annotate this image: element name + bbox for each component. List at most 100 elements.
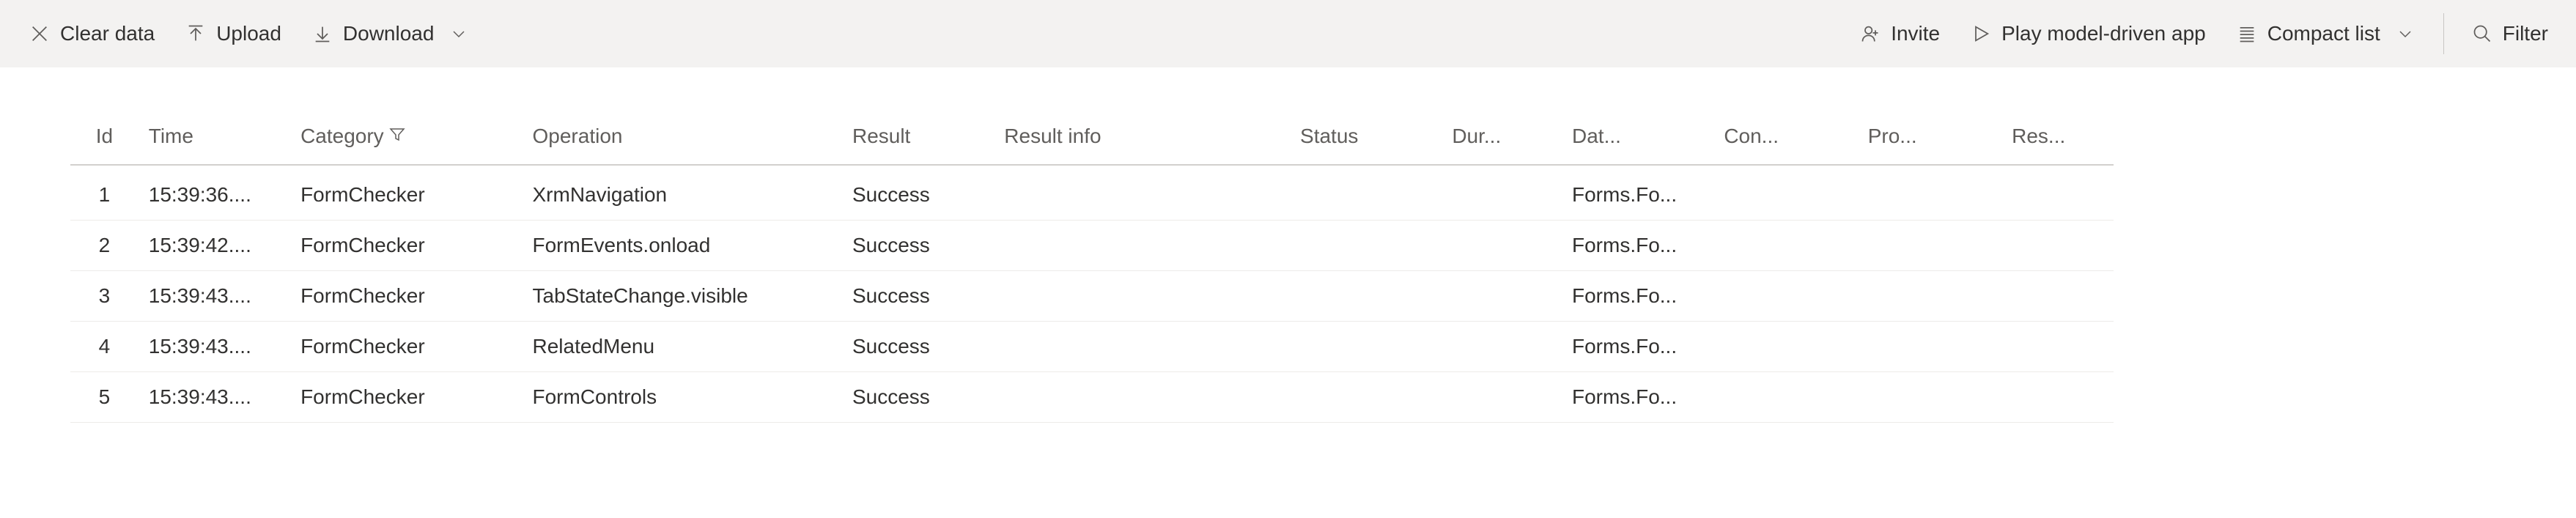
invite-button[interactable]: Invite bbox=[1848, 15, 1950, 53]
cell-category: FormChecker bbox=[290, 221, 522, 271]
column-header-duration[interactable]: Dur... bbox=[1442, 111, 1562, 165]
column-header-result-info[interactable]: Result info bbox=[994, 111, 1290, 165]
cell-time: 15:39:36.... bbox=[139, 170, 290, 221]
cell-prop bbox=[1858, 271, 2001, 322]
column-header-res[interactable]: Res... bbox=[2001, 111, 2114, 165]
cell-time: 15:39:43.... bbox=[139, 372, 290, 423]
cell-id: 2 bbox=[70, 221, 139, 271]
cell-time: 15:39:42.... bbox=[139, 221, 290, 271]
cell-status bbox=[1290, 322, 1442, 372]
cell-status bbox=[1290, 170, 1442, 221]
filter-icon bbox=[388, 125, 406, 148]
cell-prop bbox=[1858, 322, 2001, 372]
cell-res bbox=[2001, 271, 2114, 322]
cell-id: 4 bbox=[70, 322, 139, 372]
compact-list-button[interactable]: Compact list bbox=[2225, 15, 2427, 53]
cell-conn bbox=[1713, 372, 1857, 423]
column-header-result[interactable]: Result bbox=[842, 111, 994, 165]
cell-status bbox=[1290, 372, 1442, 423]
toolbar-divider bbox=[2443, 13, 2444, 54]
cell-result: Success bbox=[842, 221, 994, 271]
column-header-status[interactable]: Status bbox=[1290, 111, 1442, 165]
cell-prop bbox=[1858, 221, 2001, 271]
search-icon bbox=[2470, 22, 2494, 45]
download-icon bbox=[311, 22, 334, 45]
table-row[interactable]: 215:39:42....FormCheckerFormEvents.onloa… bbox=[70, 221, 2114, 271]
cell-conn bbox=[1713, 170, 1857, 221]
cell-duration bbox=[1442, 221, 1562, 271]
cell-prop bbox=[1858, 372, 2001, 423]
download-button[interactable]: Download bbox=[300, 15, 481, 53]
column-header-conn[interactable]: Con... bbox=[1713, 111, 1857, 165]
cell-result: Success bbox=[842, 170, 994, 221]
cell-time: 15:39:43.... bbox=[139, 271, 290, 322]
cell-category: FormChecker bbox=[290, 372, 522, 423]
table-row[interactable]: 515:39:43....FormCheckerFormControlsSucc… bbox=[70, 372, 2114, 423]
table-container: Id Time Category Operation Result Result… bbox=[0, 67, 2184, 423]
upload-label: Upload bbox=[216, 22, 281, 45]
play-app-label: Play model-driven app bbox=[2001, 22, 2206, 45]
cell-status bbox=[1290, 221, 1442, 271]
cell-operation: TabStateChange.visible bbox=[523, 271, 842, 322]
filter-button[interactable]: Filter bbox=[2460, 15, 2558, 53]
clear-data-button[interactable]: Clear data bbox=[18, 15, 165, 53]
table-row[interactable]: 415:39:43....FormCheckerRelatedMenuSucce… bbox=[70, 322, 2114, 372]
cell-res bbox=[2001, 322, 2114, 372]
upload-icon bbox=[184, 22, 207, 45]
list-icon bbox=[2235, 22, 2259, 45]
cell-data: Forms.Fo... bbox=[1562, 221, 1713, 271]
column-header-prop[interactable]: Pro... bbox=[1858, 111, 2001, 165]
cell-operation: FormEvents.onload bbox=[523, 221, 842, 271]
cell-operation: RelatedMenu bbox=[523, 322, 842, 372]
close-icon bbox=[28, 22, 51, 45]
cell-duration bbox=[1442, 170, 1562, 221]
toolbar-left: Clear data Upload Download bbox=[18, 15, 481, 53]
cell-status bbox=[1290, 271, 1442, 322]
cell-conn bbox=[1713, 271, 1857, 322]
download-label: Download bbox=[343, 22, 435, 45]
cell-conn bbox=[1713, 221, 1857, 271]
column-header-data[interactable]: Dat... bbox=[1562, 111, 1713, 165]
cell-res bbox=[2001, 372, 2114, 423]
column-header-operation[interactable]: Operation bbox=[523, 111, 842, 165]
cell-category: FormChecker bbox=[290, 271, 522, 322]
toolbar: Clear data Upload Download Invite bbox=[0, 0, 2576, 67]
cell-result_info bbox=[994, 322, 1290, 372]
table-row[interactable]: 315:39:43....FormCheckerTabStateChange.v… bbox=[70, 271, 2114, 322]
upload-button[interactable]: Upload bbox=[174, 15, 292, 53]
column-header-time[interactable]: Time bbox=[139, 111, 290, 165]
table-row[interactable]: 115:39:36....FormCheckerXrmNavigationSuc… bbox=[70, 170, 2114, 221]
cell-result: Success bbox=[842, 322, 994, 372]
cell-res bbox=[2001, 221, 2114, 271]
cell-result: Success bbox=[842, 372, 994, 423]
filter-label: Filter bbox=[2503, 22, 2548, 45]
cell-result_info bbox=[994, 221, 1290, 271]
invite-icon bbox=[1859, 22, 1882, 45]
cell-res bbox=[2001, 170, 2114, 221]
table-header-row: Id Time Category Operation Result Result… bbox=[70, 111, 2114, 165]
cell-prop bbox=[1858, 170, 2001, 221]
cell-data: Forms.Fo... bbox=[1562, 170, 1713, 221]
cell-duration bbox=[1442, 372, 1562, 423]
cell-data: Forms.Fo... bbox=[1562, 322, 1713, 372]
play-app-button[interactable]: Play model-driven app bbox=[1959, 15, 2216, 53]
cell-operation: FormControls bbox=[523, 372, 842, 423]
play-icon bbox=[1969, 22, 1993, 45]
toolbar-right: Invite Play model-driven app Compact lis… bbox=[1848, 13, 2558, 54]
cell-result_info bbox=[994, 372, 1290, 423]
cell-duration bbox=[1442, 322, 1562, 372]
column-header-id[interactable]: Id bbox=[70, 111, 139, 165]
cell-data: Forms.Fo... bbox=[1562, 372, 1713, 423]
column-header-category[interactable]: Category bbox=[290, 111, 522, 165]
cell-result_info bbox=[994, 170, 1290, 221]
cell-result_info bbox=[994, 271, 1290, 322]
compact-list-label: Compact list bbox=[2267, 22, 2380, 45]
data-table: Id Time Category Operation Result Result… bbox=[70, 111, 2114, 423]
cell-category: FormChecker bbox=[290, 322, 522, 372]
clear-data-label: Clear data bbox=[60, 22, 155, 45]
cell-id: 1 bbox=[70, 170, 139, 221]
invite-label: Invite bbox=[1891, 22, 1940, 45]
chevron-down-icon bbox=[447, 22, 470, 45]
chevron-down-icon bbox=[2394, 22, 2417, 45]
cell-id: 5 bbox=[70, 372, 139, 423]
